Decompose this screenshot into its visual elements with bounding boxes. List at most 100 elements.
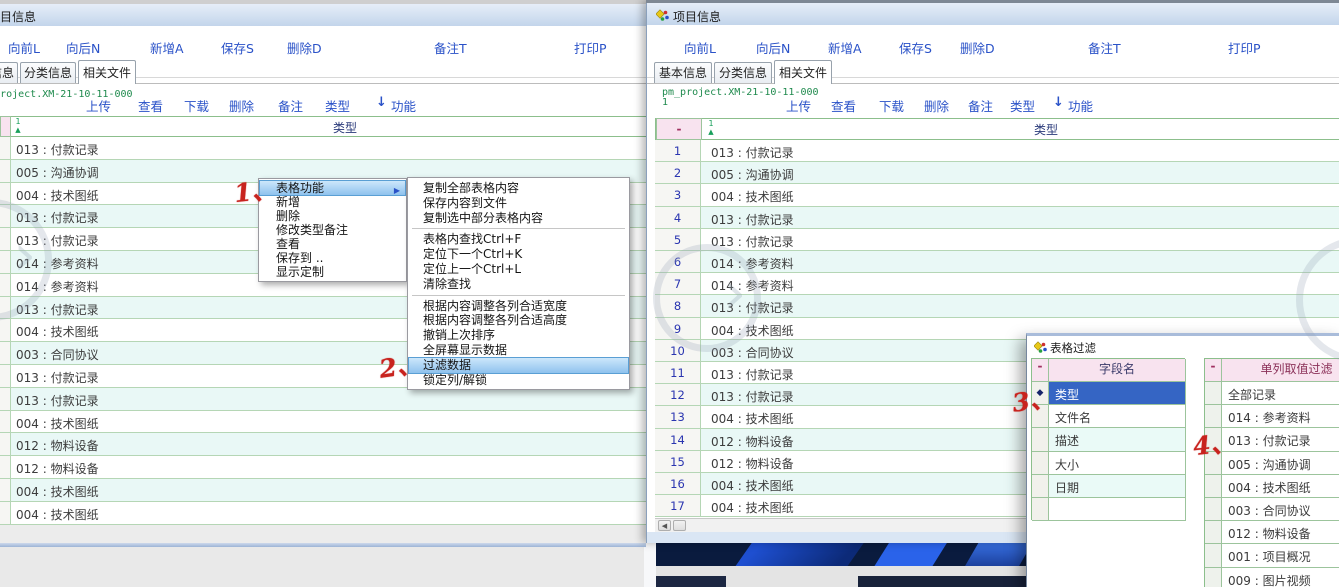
filter-value-row[interactable]: 004 : 技术图纸 [1222,475,1339,498]
left-tab-相关文件[interactable]: 相关文件 [78,60,136,84]
submenu-item-定位下一个Ctrl+K[interactable]: 定位下一个Ctrl+K [409,247,628,262]
right-tab-相关文件[interactable]: 相关文件 [774,60,832,84]
left-file-action-删除[interactable]: 删除 [229,96,254,115]
submenu-item-撤销上次排序[interactable]: 撤销上次排序 [409,328,628,343]
filter-value-row[interactable]: 全部记录 [1222,382,1339,405]
right-toolbar-button-1[interactable]: 向前L [684,38,716,57]
table-row[interactable]: 012 : 物料设备 [0,433,652,456]
submenu-item-复制全部表格内容[interactable]: 复制全部表格内容 [409,181,628,196]
submenu-item-定位上一个Ctrl+L[interactable]: 定位上一个Ctrl+L [409,262,628,277]
row-type-value: 005 : 沟通协调 [16,164,99,181]
table-row[interactable]: 5013 : 付款记录 [655,229,1339,251]
table-row[interactable]: 4013 : 付款记录 [655,207,1339,229]
submenu-item-根据内容调整各列合适高度[interactable]: 根据内容调整各列合适高度 [409,313,628,328]
table-row[interactable]: 004 : 技术图纸 [0,502,652,525]
sort-asc-icon[interactable]: 1▲ [13,118,23,134]
row-number-sliver [0,388,11,410]
row-number-sliver [0,456,11,478]
sort-number: 1 [13,118,23,126]
table-row[interactable]: 1013 : 付款记录 [655,140,1339,162]
left-toolbar-button-6[interactable]: 备注T [434,38,467,57]
left-toolbar-button-7[interactable]: 打印P [574,38,607,57]
filter-value-row[interactable]: 013 : 付款记录 [1222,428,1339,451]
right-toolbar-button-5[interactable]: 删除D [960,38,995,57]
table-row[interactable]: 004 : 技术图纸 [0,479,652,502]
left-column-header-type[interactable]: 类型 [30,119,660,136]
filter-field-row[interactable]: 类型 [1049,382,1186,405]
left-toolbar-button-1[interactable]: 向前L [8,38,40,57]
table-row[interactable]: 004 : 技术图纸 [0,411,652,434]
table-row[interactable]: 3004 : 技术图纸 [655,184,1339,206]
right-file-action-删除[interactable]: 删除 [924,96,949,115]
menu-item-新增[interactable]: 新增 [260,195,405,209]
filter-value-row[interactable]: 001 : 项目概况 [1222,544,1339,567]
right-file-action-查看[interactable]: 查看 [831,96,856,115]
left-toolbar-button-4[interactable]: 保存S [221,38,254,57]
left-window-title: 项目信息 [0,8,36,25]
left-toolbar-button-3[interactable]: 新增A [150,38,184,57]
desktop-dark-patch [656,576,726,587]
submenu-item-保存内容到文件[interactable]: 保存内容到文件 [409,196,628,211]
menu-item-显示定制[interactable]: 显示定制 [260,265,405,279]
menu-item-表格功能[interactable]: 表格功能▶ [260,181,405,195]
left-file-action-类型[interactable]: 类型 [325,96,350,115]
submenu-item-复制选中部分表格内容[interactable]: 复制选中部分表格内容 [409,211,628,226]
code-line-1: pm_project.XM-21-10-11-000 [0,90,133,100]
submenu-item-表格内查找Ctrl+F[interactable]: 表格内查找Ctrl+F [409,232,628,247]
filter-field-row[interactable]: 描述 [1049,428,1186,451]
filter-field-row[interactable]: 大小 [1049,452,1186,475]
right-toolbar-button-3[interactable]: 新增A [828,38,862,57]
left-file-action-上传[interactable]: 上传 [86,96,111,115]
left-window-titlebar[interactable] [0,4,652,26]
filter-field-row[interactable]: 日期 [1049,475,1186,498]
row-type-value: 012 : 物料设备 [711,433,794,450]
table-row[interactable]: 6014 : 参考资料 [655,251,1339,273]
filter-value-row[interactable]: 003 : 合同协议 [1222,498,1339,521]
left-file-action-备注[interactable]: 备注 [278,96,303,115]
right-file-action-上传[interactable]: 上传 [786,96,811,115]
filter-value-row[interactable]: 014 : 参考资料 [1222,405,1339,428]
menu-item-修改类型备注[interactable]: 修改类型备注 [260,223,405,237]
left-toolbar-button-2[interactable]: 向后N [66,38,100,57]
right-grid-gutter-header[interactable]: - [656,118,702,140]
right-function-menu[interactable]: 功能 [1068,96,1093,115]
filter-value-row[interactable]: 009 : 图片视频 [1222,568,1339,587]
right-column-header-type[interactable]: 类型 [706,121,1339,138]
left-function-menu[interactable]: 功能 [391,96,416,115]
table-row[interactable]: 012 : 物料设备 [0,456,652,479]
left-file-action-查看[interactable]: 查看 [138,96,163,115]
right-toolbar-button-4[interactable]: 保存S [899,38,932,57]
left-tab-分类信息[interactable]: 分类信息 [20,62,76,83]
right-window-titlebar[interactable] [647,3,1339,25]
left-toolbar-button-5[interactable]: 删除D [287,38,322,57]
filter-value-row[interactable]: 005 : 沟通协调 [1222,452,1339,475]
scroll-left-button[interactable]: ◀ [658,520,671,531]
left-file-action-下载[interactable]: 下载 [184,96,209,115]
filter-value-row[interactable]: 012 : 物料设备 [1222,521,1339,544]
menu-item-查看[interactable]: 查看 [260,237,405,251]
scroll-thumb[interactable] [673,520,686,531]
menu-item-删除[interactable]: 删除 [260,209,405,223]
filter-field-row[interactable] [1049,498,1186,521]
submenu-item-过滤数据[interactable]: 过滤数据 [409,358,628,373]
table-row[interactable]: 013 : 付款记录 [0,137,652,160]
filter-field-row[interactable]: 文件名 [1049,405,1186,428]
right-toolbar-button-2[interactable]: 向后N [756,38,790,57]
submenu-item-清除查找[interactable]: 清除查找 [409,277,628,292]
right-file-action-类型[interactable]: 类型 [1010,96,1035,115]
right-file-action-备注[interactable]: 备注 [968,96,993,115]
submenu-item-根据内容调整各列合适宽度[interactable]: 根据内容调整各列合适宽度 [409,299,628,314]
table-row[interactable]: 2005 : 沟通协调 [655,162,1339,184]
table-row[interactable]: 013 : 付款记录 [0,388,652,411]
row-type-value: 012 : 物料设备 [16,460,99,477]
right-tab-分类信息[interactable]: 分类信息 [714,62,772,83]
left-tab-基本信息[interactable]: 基本信息 [0,62,18,83]
right-toolbar-button-6[interactable]: 备注T [1088,38,1121,57]
submenu-item-锁定列/解锁[interactable]: 锁定列/解锁 [409,373,628,388]
right-toolbar-button-7[interactable]: 打印P [1228,38,1261,57]
right-file-action-下载[interactable]: 下载 [879,96,904,115]
row-type-value: 004 : 技术图纸 [16,187,99,204]
menu-item-保存到 ..[interactable]: 保存到 .. [260,251,405,265]
submenu-item-全屏幕显示数据[interactable]: 全屏幕显示数据 [409,343,628,358]
right-tab-基本信息[interactable]: 基本信息 [654,62,712,83]
